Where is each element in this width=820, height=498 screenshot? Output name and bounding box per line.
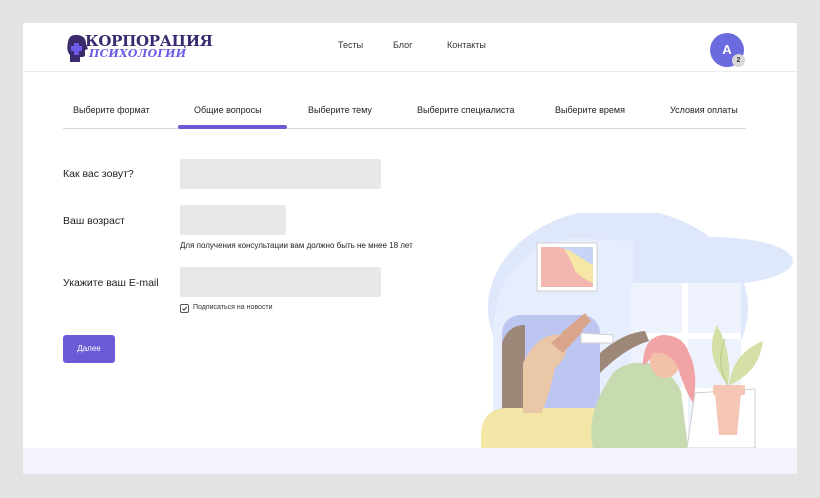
active-tab-indicator (178, 125, 287, 129)
tab-general-questions[interactable]: Общие вопросы (194, 105, 262, 115)
tab-format[interactable]: Выберите формат (73, 105, 150, 115)
email-input[interactable] (180, 267, 381, 297)
tab-specialist[interactable]: Выберите специалиста (417, 105, 514, 115)
name-input[interactable] (180, 159, 381, 189)
tab-time[interactable]: Выберите время (555, 105, 625, 115)
next-button[interactable]: Далее (63, 335, 115, 363)
subscribe-checkbox[interactable] (180, 304, 189, 313)
checkmark-icon (181, 306, 188, 311)
tab-payment[interactable]: Условия оплаты (670, 105, 738, 115)
age-input[interactable] (180, 205, 286, 235)
age-hint: Для получения консультации вам должно бы… (180, 241, 413, 250)
age-label: Ваш возраст (63, 215, 125, 227)
name-label: Как вас зовут? (63, 168, 134, 180)
app-window: КОРПОРАЦИЯ ПСИХОЛОГИИ Тесты Блог Контакт… (23, 23, 797, 474)
brand-logo[interactable]: КОРПОРАЦИЯ ПСИХОЛОГИИ (65, 33, 213, 63)
subscribe-label: Подписаться на новости (193, 304, 273, 311)
nav-link-blog[interactable]: Блог (393, 40, 412, 50)
counseling-illustration (481, 213, 793, 448)
nav-link-tests[interactable]: Тесты (338, 40, 363, 50)
step-tabs: Выберите формат Общие вопросы Выберите т… (63, 101, 746, 129)
nav-link-contacts[interactable]: Контакты (447, 40, 486, 50)
notification-badge: 2 (732, 54, 745, 67)
email-label: Укажите ваш E-mail (63, 277, 159, 289)
site-header: КОРПОРАЦИЯ ПСИХОЛОГИИ Тесты Блог Контакт… (23, 23, 797, 72)
tab-topic[interactable]: Выберите тему (308, 105, 372, 115)
footer-band (23, 448, 797, 474)
logo-text-bottom: ПСИХОЛОГИИ (89, 47, 187, 60)
